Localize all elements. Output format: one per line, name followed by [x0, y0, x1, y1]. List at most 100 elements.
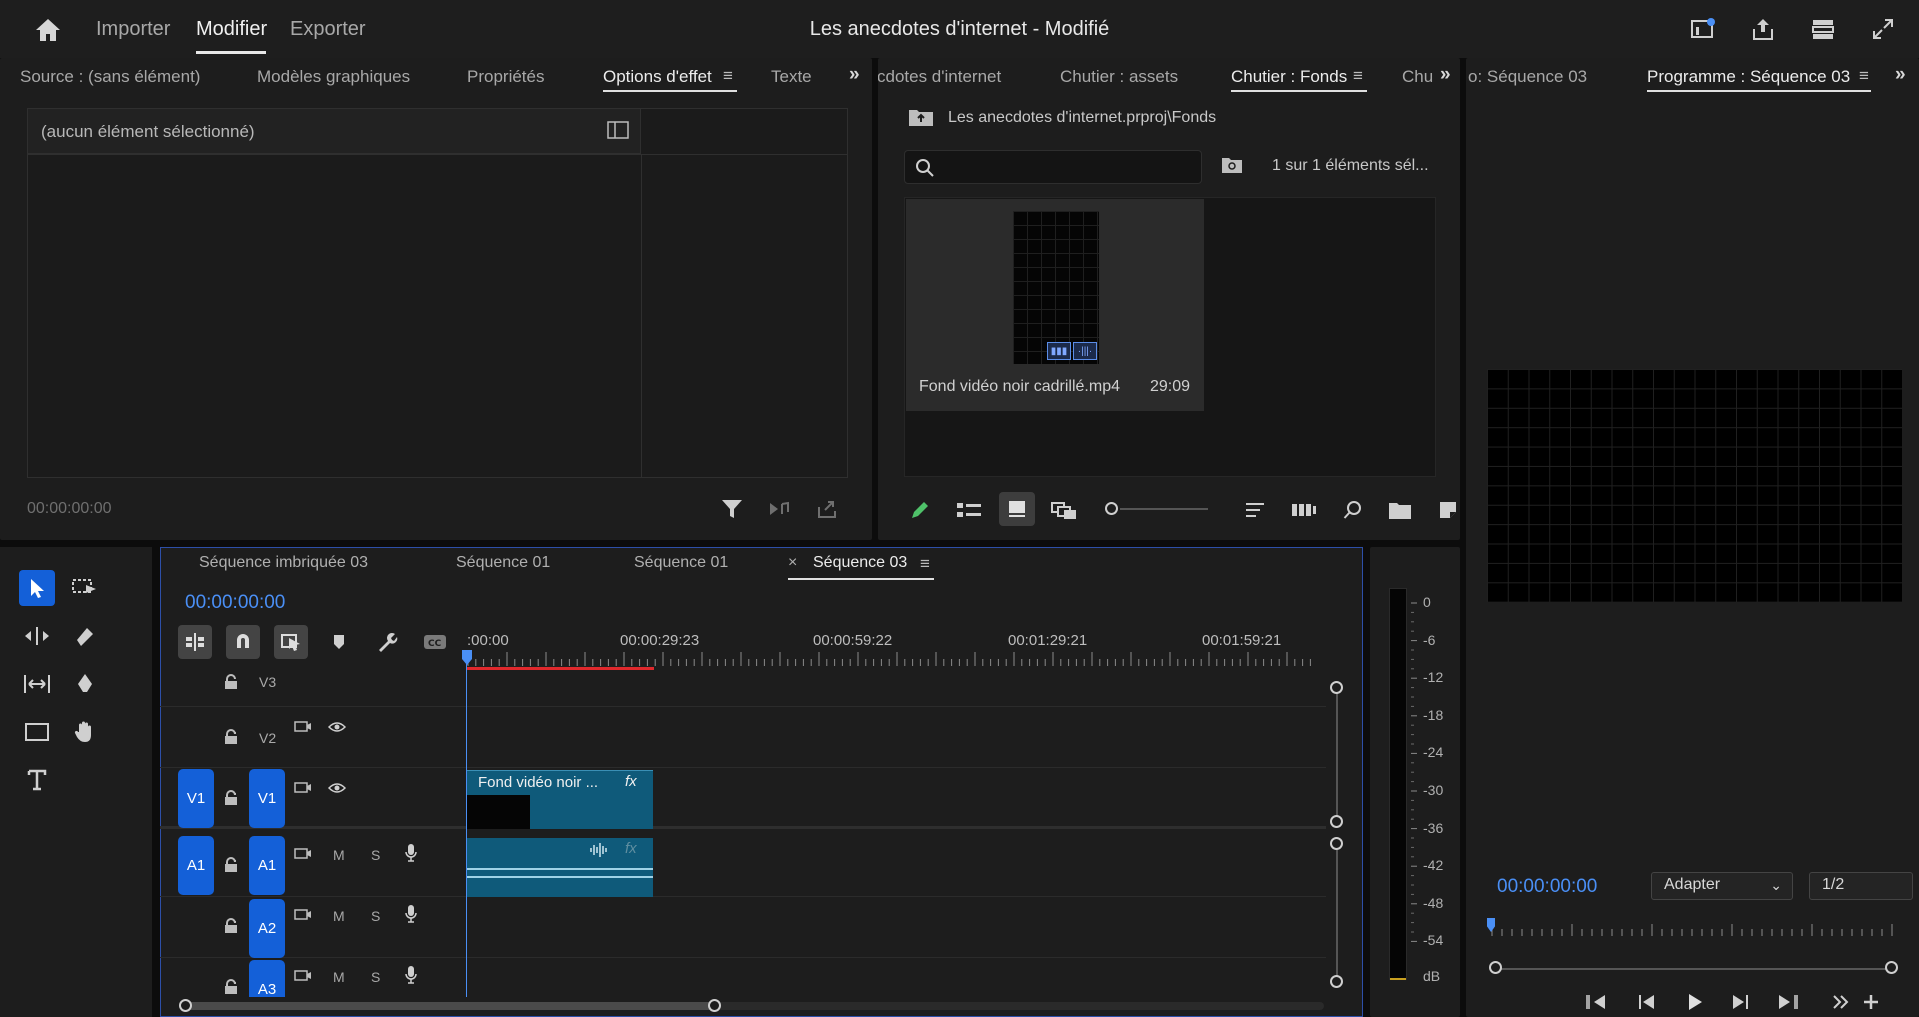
tab-properties[interactable]: Propriétés [467, 67, 544, 87]
tab-graphic-templates[interactable]: Modèles graphiques [257, 67, 410, 87]
track-row-a2[interactable]: A2 M S [160, 897, 1326, 958]
microphone-icon[interactable] [404, 904, 418, 924]
scrollbar-handle-right[interactable] [1885, 961, 1898, 974]
playback-resolution-dropdown[interactable]: 1/2 [1809, 872, 1913, 900]
snap-button[interactable] [226, 625, 260, 659]
nest-toggle-button[interactable] [178, 625, 212, 659]
toggle-timeline-view-button[interactable] [607, 121, 629, 139]
button-editor-button[interactable] [1862, 993, 1880, 1011]
track-row-v3[interactable]: V3 [160, 670, 1326, 707]
track-row-a3[interactable]: A3 M S [160, 958, 1326, 997]
scrollbar-handle-left[interactable] [1489, 961, 1502, 974]
panel-menu-icon[interactable]: ≡ [920, 554, 930, 574]
lock-icon[interactable] [224, 857, 238, 873]
program-time-ruler[interactable] [1490, 923, 1898, 937]
track-target-v1[interactable]: V1 [249, 769, 285, 828]
lock-icon[interactable] [224, 918, 238, 934]
writable-toggle-button[interactable] [907, 497, 933, 523]
panel-separator[interactable] [872, 58, 878, 540]
overflow-tabs-icon[interactable]: » [1440, 64, 1451, 86]
tab-source-monitor[interactable]: o: Séquence 03 [1468, 67, 1587, 87]
panel-separator[interactable] [1460, 58, 1466, 1017]
solo-button[interactable]: S [371, 969, 380, 985]
linked-selection-button[interactable] [274, 625, 308, 659]
scrollbar-handle-top[interactable] [1330, 681, 1343, 694]
new-bin-button[interactable] [1386, 497, 1414, 523]
more-controls-icon[interactable] [1832, 993, 1850, 1011]
track-row-a1[interactable]: A1 A1 M S [160, 836, 1326, 897]
tab-bin-assets[interactable]: Chutier : assets [1060, 67, 1178, 87]
icon-view-button[interactable] [999, 492, 1035, 526]
play-audio-button[interactable] [768, 500, 792, 518]
slip-tool[interactable] [19, 666, 55, 702]
timeline-timecode[interactable]: 00:00:00:00 [185, 592, 285, 614]
play-button[interactable] [1686, 993, 1704, 1011]
automate-to-sequence-button[interactable] [1290, 497, 1318, 523]
microphone-icon[interactable] [404, 965, 418, 985]
source-patch-a1[interactable]: A1 [178, 836, 214, 895]
go-to-in-button[interactable] [1585, 993, 1607, 1011]
tab-nested-sequence-03[interactable]: Séquence imbriquée 03 [199, 554, 368, 572]
workspace-menu-button[interactable] [1806, 12, 1840, 46]
tab-bin-overflow[interactable]: Chu [1402, 67, 1433, 87]
quick-export-button[interactable] [1686, 12, 1720, 46]
search-field[interactable] [904, 150, 1202, 184]
solo-button[interactable]: S [371, 908, 380, 924]
tab-bin-fonds[interactable]: Chutier : Fonds [1231, 67, 1347, 87]
tab-source[interactable]: Source : (sans élément) [20, 67, 200, 87]
track-target-a2[interactable]: A2 [249, 899, 285, 958]
mute-button[interactable]: M [333, 908, 345, 924]
scrollbar-handle-left[interactable] [179, 999, 192, 1012]
panel-separator[interactable] [1363, 547, 1370, 1017]
mute-button[interactable]: M [333, 969, 345, 985]
step-back-button[interactable] [1637, 993, 1657, 1011]
tab-project[interactable]: cdotes d'internet [877, 67, 1001, 87]
filter-button[interactable] [721, 498, 743, 520]
panel-separator[interactable] [152, 547, 160, 1017]
scrollbar-handle-top[interactable] [1330, 837, 1343, 850]
lock-icon[interactable] [224, 729, 238, 745]
sort-button[interactable] [1242, 497, 1268, 523]
tab-text[interactable]: Texte [771, 67, 812, 87]
pen-tool[interactable] [67, 666, 103, 702]
overflow-tabs-icon[interactable]: » [1895, 64, 1906, 86]
track-target-a1[interactable]: A1 [249, 836, 285, 895]
parent-bin-button[interactable] [908, 107, 934, 127]
eye-icon[interactable] [328, 721, 346, 733]
scrollbar-handle-bottom[interactable] [1330, 815, 1343, 828]
lock-icon[interactable] [224, 790, 238, 806]
hand-tool[interactable] [67, 714, 103, 750]
program-video-frame[interactable] [1487, 369, 1902, 602]
new-item-button[interactable] [1436, 497, 1460, 523]
panel-menu-icon[interactable]: ≡ [1353, 66, 1363, 86]
selection-tool[interactable] [19, 570, 55, 606]
video-tracks-scrollbar[interactable] [1336, 690, 1338, 822]
razor-tool[interactable] [67, 618, 103, 654]
tab-sequence-01[interactable]: Séquence 01 [456, 554, 550, 572]
share-button[interactable] [1746, 12, 1780, 46]
list-view-button[interactable] [955, 497, 983, 523]
go-to-out-button[interactable] [1777, 993, 1799, 1011]
overflow-tabs-icon[interactable]: » [849, 64, 860, 86]
track-target-a3[interactable]: A3 [249, 960, 285, 997]
lock-icon[interactable] [224, 979, 238, 995]
timeline-settings-button[interactable] [370, 625, 404, 659]
ripple-edit-tool[interactable] [19, 618, 55, 654]
sync-lock-icon[interactable] [294, 780, 312, 796]
zoom-level-dropdown[interactable]: Adapter ⌄ [1651, 872, 1793, 900]
export-button[interactable] [817, 499, 839, 519]
scrollbar-handle-right[interactable] [708, 999, 721, 1012]
type-tool[interactable] [19, 762, 55, 798]
scrollbar-handle-bottom[interactable] [1330, 975, 1343, 988]
close-tab-icon[interactable]: × [788, 554, 797, 572]
eye-icon[interactable] [328, 782, 346, 794]
sync-lock-icon[interactable] [294, 846, 312, 862]
find-bin-button[interactable] [1340, 497, 1366, 523]
tab-effect-options[interactable]: Options d'effet [603, 67, 712, 87]
find-button[interactable] [1221, 156, 1243, 174]
step-forward-button[interactable] [1730, 993, 1750, 1011]
freeform-view-button[interactable] [1050, 497, 1078, 523]
program-zoom-scrollbar[interactable] [1497, 968, 1893, 970]
rectangle-tool[interactable] [19, 714, 55, 750]
fullscreen-button[interactable] [1866, 12, 1900, 46]
